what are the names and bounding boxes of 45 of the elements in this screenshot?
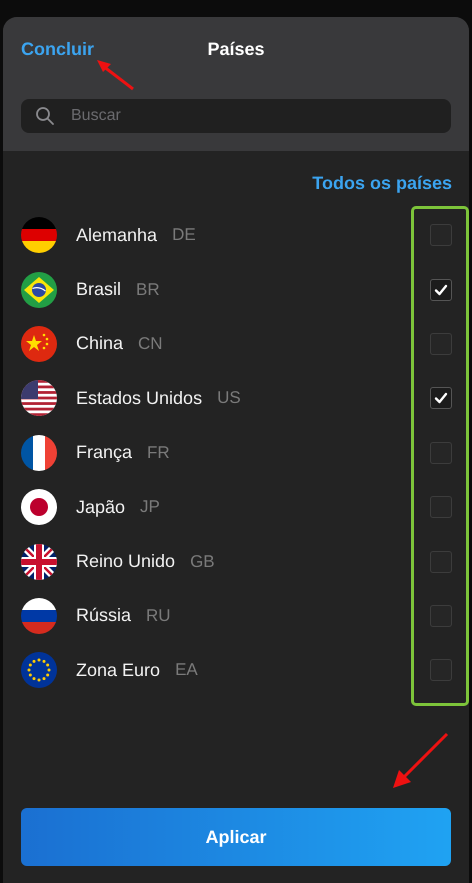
france-flag-icon <box>21 434 57 471</box>
country-name: Reino Unido <box>76 551 176 572</box>
checkbox[interactable] <box>430 332 452 355</box>
country-name: França <box>76 442 132 464</box>
select-all-link[interactable]: Todos os países <box>312 173 452 194</box>
checkbox[interactable] <box>430 387 452 410</box>
done-button[interactable]: Concluir <box>21 38 94 60</box>
sheet-title: Países <box>207 38 265 60</box>
country-name: Rússia <box>76 605 132 626</box>
country-code: GB <box>190 552 215 572</box>
country-name: Estados Unidos <box>76 388 202 409</box>
uk-flag-icon <box>21 544 57 580</box>
annotation-arrow <box>391 732 451 790</box>
checkbox[interactable] <box>430 278 452 301</box>
russia-flag-icon <box>21 598 57 634</box>
checkbox[interactable] <box>430 224 452 246</box>
checkbox[interactable] <box>430 442 452 464</box>
country-code: RU <box>146 606 171 626</box>
brazil-flag-icon <box>21 272 57 308</box>
country-name: Brasil <box>76 279 122 300</box>
usa-flag-icon <box>21 380 57 416</box>
search-field[interactable]: Buscar <box>21 99 451 133</box>
country-code: DE <box>172 225 196 246</box>
country-code: FR <box>147 442 170 463</box>
germany-flag-icon <box>21 217 57 254</box>
checkbox[interactable] <box>430 604 452 627</box>
country-name: Japão <box>76 496 126 518</box>
china-flag-icon <box>21 326 57 362</box>
check-icon <box>434 282 448 297</box>
eu-flag-icon <box>21 652 57 688</box>
country-name: China <box>76 333 124 354</box>
country-name: Alemanha <box>76 224 158 246</box>
annotation-arrow <box>95 58 137 92</box>
country-code: BR <box>136 280 160 300</box>
checkbox[interactable] <box>430 496 452 518</box>
apply-button[interactable]: Aplicar <box>21 808 451 866</box>
country-code: CN <box>138 334 163 354</box>
country-code: US <box>217 388 241 408</box>
checkbox[interactable] <box>430 659 452 682</box>
check-icon <box>434 391 448 406</box>
country-code: JP <box>140 497 160 518</box>
japan-flag-icon <box>21 489 57 526</box>
country-code: EA <box>175 660 198 680</box>
country-name: Zona Euro <box>76 660 160 681</box>
checkbox[interactable] <box>430 550 452 573</box>
